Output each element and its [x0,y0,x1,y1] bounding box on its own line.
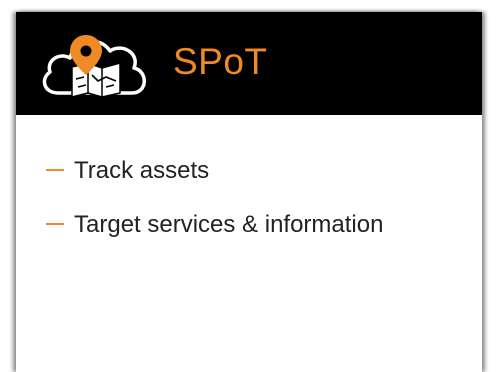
card-header: SPoT [16,12,482,115]
feature-label: Target services & information [74,211,384,238]
dash-bullet [46,222,64,225]
list-item: Track assets [46,144,383,198]
feature-list: Track assets Target services & informati… [46,144,383,252]
feature-label: Track assets [74,157,210,184]
list-item: Target services & information [46,198,383,252]
cloud-map-pin-icon [42,35,146,98]
app-title: SPoT [173,41,268,82]
dash-bullet [46,168,64,171]
spot-card: SPoT Track assets Target services & info… [16,12,482,372]
